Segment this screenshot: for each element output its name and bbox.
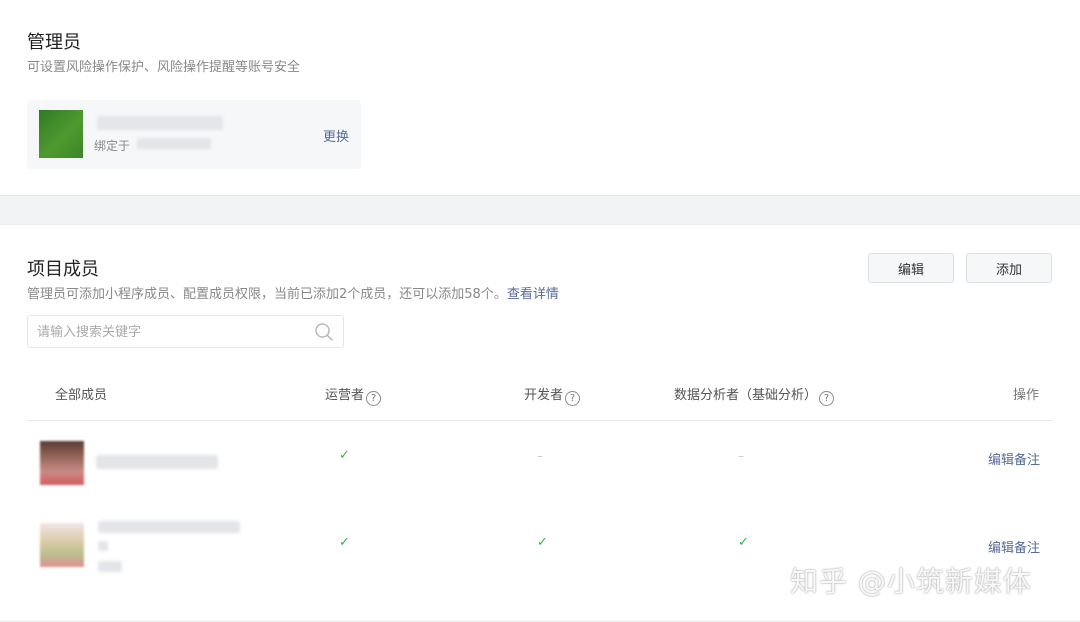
admin-avatar bbox=[39, 110, 83, 158]
edit-note-link[interactable]: 编辑备注 bbox=[988, 449, 1040, 468]
admin-title: 管理员 bbox=[27, 32, 81, 53]
table-row: ✓ – – 编辑备注 bbox=[0, 421, 1080, 501]
column-analyst: 数据分析者（基础分析）? bbox=[674, 384, 835, 406]
member-info-blurred bbox=[98, 561, 122, 572]
column-developer: 开发者? bbox=[524, 384, 581, 406]
edit-note-link[interactable]: 编辑备注 bbox=[988, 537, 1040, 556]
help-circle-icon[interactable]: ? bbox=[366, 391, 382, 406]
admin-name-blurred bbox=[97, 116, 223, 130]
column-operator: 运营者? bbox=[325, 384, 382, 406]
admin-subtitle: 可设置风险操作保护、风险操作提醒等账号安全 bbox=[27, 60, 301, 75]
view-details-link[interactable]: 查看详情 bbox=[507, 287, 559, 302]
column-operator-label: 运营者 bbox=[325, 388, 365, 403]
admin-bound-label: 绑定于 bbox=[94, 139, 131, 153]
analyst-check-icon: ✓ bbox=[738, 535, 749, 550]
admin-card: 管理员 可设置风险操作保护、风险操作提醒等账号安全 绑定于 更换 bbox=[0, 0, 1080, 196]
column-analyst-label: 数据分析者（基础分析） bbox=[674, 388, 818, 403]
member-search-input[interactable] bbox=[37, 322, 307, 342]
admin-bound-account-blurred bbox=[137, 138, 211, 149]
member-search-box bbox=[27, 315, 344, 348]
help-circle-icon[interactable]: ? bbox=[819, 391, 835, 406]
search-icon[interactable] bbox=[314, 322, 334, 342]
member-avatar bbox=[40, 441, 84, 485]
members-description: 管理员可添加小程序成员、配置成员权限，当前已添加2个成员，还可以添加58个。查看… bbox=[27, 283, 559, 302]
watermark: 知乎 @小筑新媒体 bbox=[790, 565, 1032, 598]
members-description-text: 管理员可添加小程序成员、配置成员权限，当前已添加2个成员，还可以添加58个。 bbox=[27, 287, 507, 302]
member-info-blurred bbox=[98, 541, 108, 551]
admin-account-box: 绑定于 更换 bbox=[27, 100, 361, 169]
developer-check-icon: ✓ bbox=[537, 535, 548, 550]
help-circle-icon[interactable]: ? bbox=[565, 391, 581, 406]
add-member-button[interactable]: 添加 bbox=[966, 253, 1052, 283]
operator-check-icon: ✓ bbox=[339, 535, 350, 550]
column-actions: 操作 bbox=[1013, 388, 1040, 403]
column-all-members[interactable]: 全部成员 bbox=[55, 384, 107, 403]
member-name-blurred bbox=[98, 521, 240, 533]
edit-members-button[interactable]: 编辑 bbox=[868, 253, 954, 283]
analyst-dash: – bbox=[738, 449, 744, 463]
column-developer-label: 开发者 bbox=[524, 388, 564, 403]
member-name-blurred bbox=[96, 455, 218, 469]
developer-dash: – bbox=[537, 449, 543, 463]
change-admin-link[interactable]: 更换 bbox=[323, 126, 349, 145]
member-avatar bbox=[40, 523, 84, 567]
operator-check-icon: ✓ bbox=[339, 448, 350, 463]
members-title: 项目成员 bbox=[27, 259, 99, 280]
